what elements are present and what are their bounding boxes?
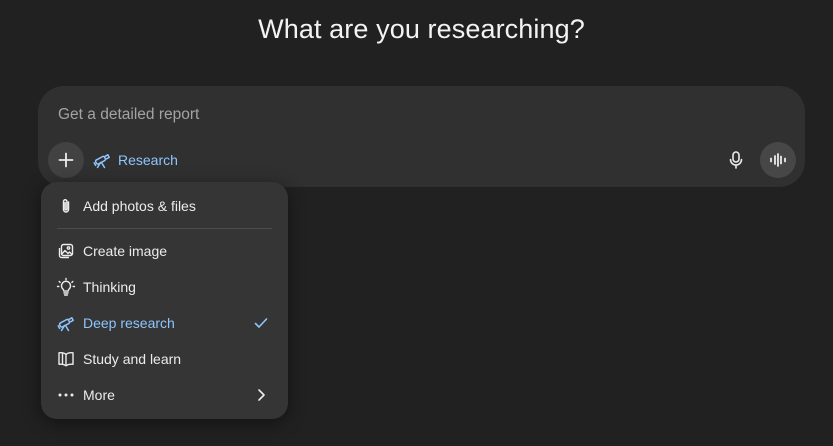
prompt-input[interactable] <box>58 104 658 126</box>
menu-item-add-photos-files[interactable]: Add photos & files <box>47 189 282 223</box>
plus-icon <box>57 151 75 169</box>
chevron-right-icon <box>252 386 270 404</box>
menu-item-more[interactable]: More <box>47 378 282 412</box>
checkmark-icon <box>252 314 270 332</box>
voice-waveform-icon <box>769 152 787 168</box>
dictate-button[interactable] <box>722 146 750 174</box>
add-attachment-button[interactable] <box>48 142 84 178</box>
menu-item-label: Deep research <box>83 315 175 331</box>
image-icon <box>56 241 76 261</box>
menu-divider <box>57 228 272 229</box>
menu-item-create-image[interactable]: Create image <box>47 234 282 268</box>
menu-item-label: Add photos & files <box>83 198 196 214</box>
menu-item-label: More <box>83 387 115 403</box>
book-icon <box>56 349 76 369</box>
prompt-composer: Research <box>38 86 805 187</box>
menu-item-deep-research[interactable]: Deep research <box>47 306 282 340</box>
menu-item-study-and-learn[interactable]: Study and learn <box>47 342 282 376</box>
menu-item-label: Create image <box>83 243 168 259</box>
page-heading: What are you researching? <box>258 14 585 44</box>
tools-menu: Add photos & files Create image Thinking <box>41 182 288 419</box>
telescope-icon <box>92 150 112 170</box>
more-dots-icon <box>56 385 76 405</box>
microphone-icon <box>727 150 745 170</box>
menu-item-label: Study and learn <box>83 351 182 367</box>
research-tool-label: Research <box>118 152 178 168</box>
lightbulb-icon <box>56 277 76 297</box>
menu-item-thinking[interactable]: Thinking <box>47 270 282 304</box>
voice-mode-button[interactable] <box>760 142 796 178</box>
telescope-icon <box>56 313 76 333</box>
research-tool-chip[interactable]: Research <box>92 148 178 172</box>
paperclip-icon <box>56 196 76 216</box>
menu-item-label: Thinking <box>83 279 136 295</box>
